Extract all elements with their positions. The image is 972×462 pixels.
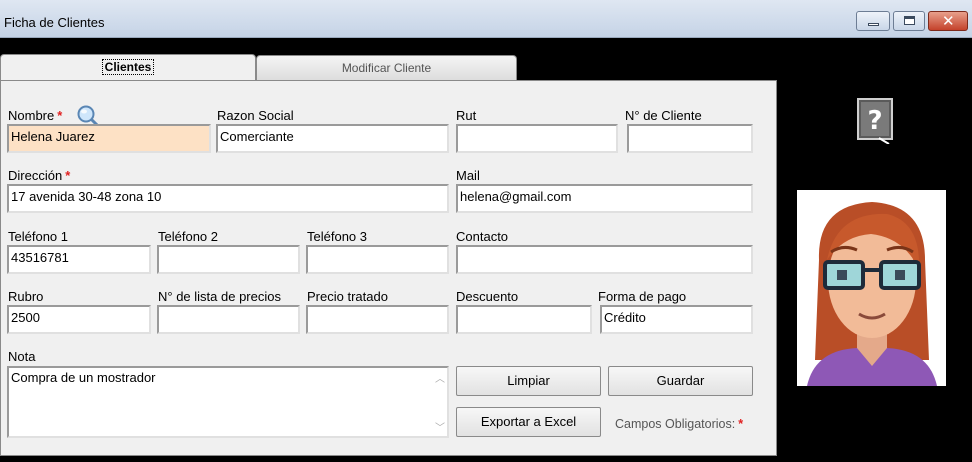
- title-bar: Ficha de Clientes ✕: [0, 0, 972, 38]
- exportar-excel-button[interactable]: Exportar a Excel: [456, 407, 601, 437]
- lista-precios-field[interactable]: [157, 305, 300, 334]
- tab-modificar-cliente-label: Modificar Cliente: [341, 61, 432, 75]
- minimize-button[interactable]: [856, 11, 890, 31]
- descuento-field[interactable]: [456, 305, 592, 334]
- contacto-label: Contacto: [456, 229, 509, 244]
- nombre-label: Nombre *: [8, 108, 63, 123]
- help-icon[interactable]: ?: [857, 98, 895, 144]
- minimize-icon: [868, 23, 879, 26]
- direccion-label: Dirección *: [8, 168, 71, 183]
- razon-social-field[interactable]: Comerciante: [216, 124, 449, 153]
- scroll-down-icon[interactable]: ﹀: [435, 419, 445, 434]
- scroll-up-icon[interactable]: ︿: [435, 370, 445, 385]
- rut-label: Rut: [456, 108, 477, 123]
- telefono1-label: Teléfono 1: [8, 229, 68, 244]
- precio-tratado-label: Precio tratado: [307, 289, 388, 304]
- lista-precios-label: N° de lista de precios: [158, 289, 281, 304]
- campos-obligatorios-note: Campos Obligatorios: *: [615, 417, 744, 431]
- mail-field[interactable]: helena@gmail.com: [456, 184, 753, 213]
- forma-pago-label: Forma de pago: [598, 289, 687, 304]
- female-avatar-icon: [807, 202, 937, 386]
- telefono2-label: Teléfono 2: [158, 229, 218, 244]
- tab-clientes[interactable]: Clientes: [0, 54, 256, 82]
- tab-modificar-cliente[interactable]: Modificar Cliente: [256, 55, 517, 81]
- rut-field[interactable]: [456, 124, 618, 153]
- maximize-icon: [904, 16, 915, 25]
- precio-tratado-field[interactable]: [306, 305, 449, 334]
- nota-scrollbar[interactable]: ︿ ﹀: [431, 368, 447, 436]
- tab-clientes-label: Clientes: [101, 59, 155, 75]
- nota-label: Nota: [8, 349, 36, 364]
- direccion-field[interactable]: 17 avenida 30-48 zona 10: [7, 184, 449, 213]
- limpiar-button[interactable]: Limpiar: [456, 366, 601, 396]
- nombre-field[interactable]: Helena Juarez: [7, 124, 211, 153]
- maximize-button[interactable]: [893, 11, 925, 31]
- close-button[interactable]: ✕: [928, 11, 968, 31]
- telefono3-field[interactable]: [306, 245, 449, 274]
- telefono2-field[interactable]: [157, 245, 300, 274]
- magnifier-icon[interactable]: [76, 104, 98, 126]
- n-cliente-field[interactable]: [627, 124, 753, 153]
- descuento-label: Descuento: [456, 289, 519, 304]
- mail-label: Mail: [456, 168, 480, 183]
- nota-text: Compra de un mostrador: [11, 370, 156, 385]
- telefono3-label: Teléfono 3: [307, 229, 367, 244]
- window-title: Ficha de Clientes: [4, 15, 105, 30]
- n-cliente-label: N° de Cliente: [625, 108, 702, 123]
- close-icon: ✕: [942, 12, 955, 30]
- svg-text:?: ?: [867, 106, 882, 136]
- rubro-field[interactable]: 2500: [7, 305, 151, 334]
- razon-social-label: Razon Social: [217, 108, 294, 123]
- rubro-label: Rubro: [8, 289, 44, 304]
- guardar-button[interactable]: Guardar: [608, 366, 753, 396]
- telefono1-field[interactable]: 43516781: [7, 245, 151, 274]
- nota-textarea[interactable]: Compra de un mostrador ︿ ﹀: [7, 366, 449, 438]
- contacto-field[interactable]: [456, 245, 753, 274]
- avatar: [797, 190, 946, 386]
- forma-pago-field[interactable]: Crédito: [600, 305, 753, 334]
